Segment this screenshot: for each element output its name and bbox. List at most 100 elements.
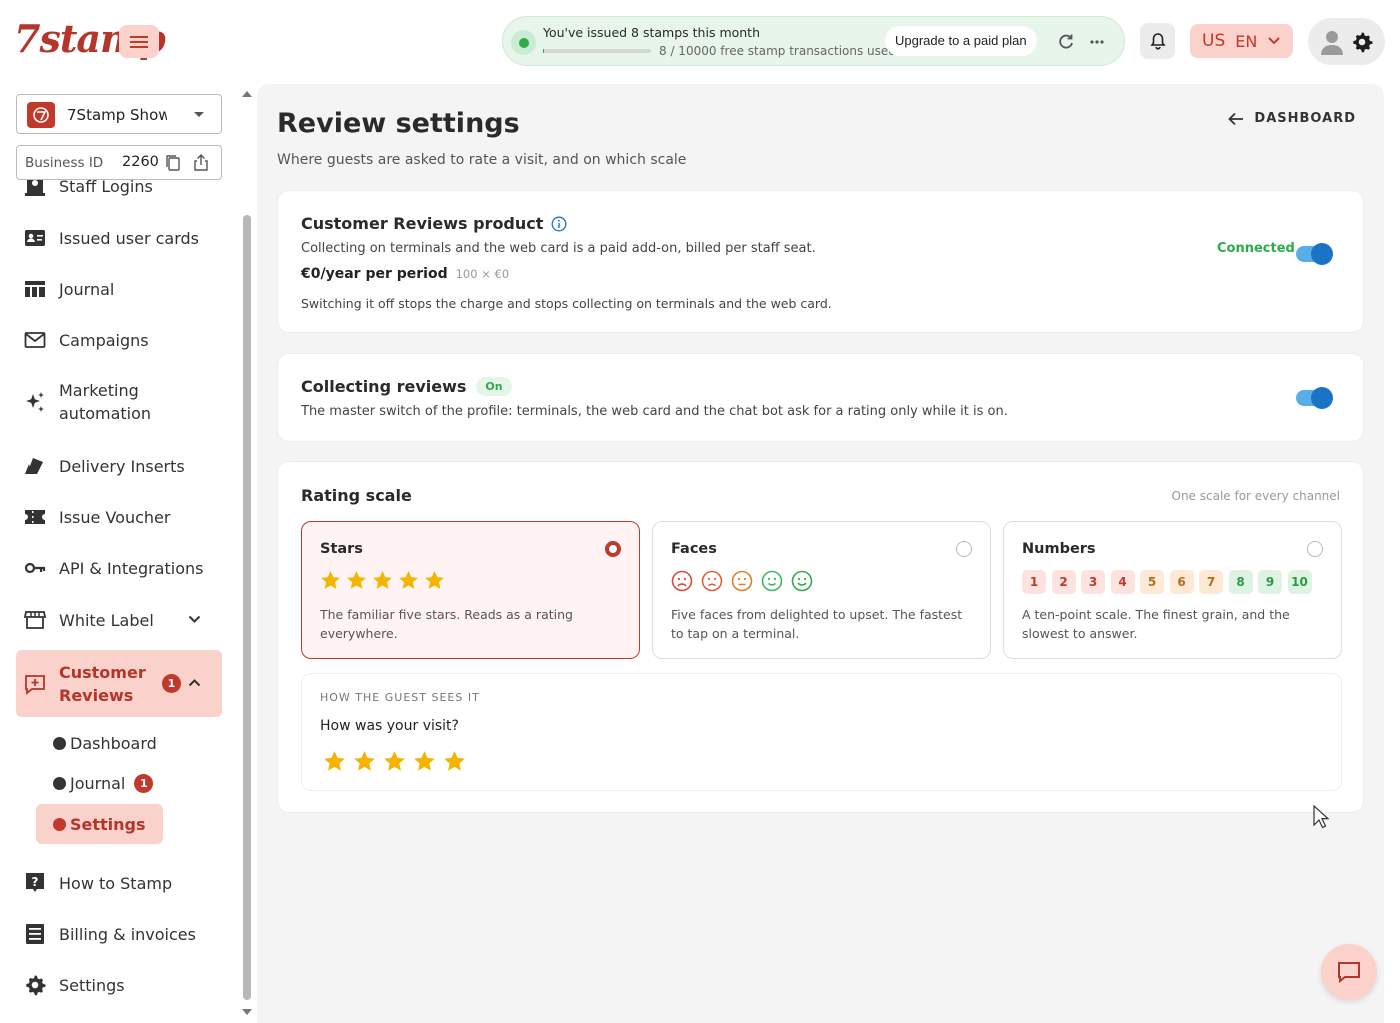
sidebar-item-white-label[interactable]: White Label xyxy=(16,608,222,632)
scrollbar-thumb[interactable] xyxy=(243,215,251,1000)
scale-number-5: 5 xyxy=(1140,570,1164,594)
guest-preview: HOW THE GUEST SEES IT How was your visit… xyxy=(301,673,1342,791)
business-id-value: 2260 xyxy=(122,154,159,170)
star-icon[interactable] xyxy=(413,750,436,773)
sidebar-subitem-journal[interactable]: Journal 1 xyxy=(53,774,154,793)
user-menu[interactable] xyxy=(1308,18,1385,65)
sad-face-icon xyxy=(701,570,723,592)
product-price: €0/year per period xyxy=(301,266,448,282)
scale-option-faces[interactable]: Faces Five faces from delighted to upset… xyxy=(652,521,991,659)
language-code: EN xyxy=(1235,31,1258,51)
product-toggle[interactable] xyxy=(1296,243,1333,265)
bullet-icon xyxy=(53,818,66,831)
sidebar-item-label: Customer Reviews xyxy=(59,662,146,705)
sparkle-icon xyxy=(26,392,44,412)
copy-icon[interactable] xyxy=(165,154,181,172)
mail-icon xyxy=(24,332,46,348)
info-icon[interactable] xyxy=(551,216,567,232)
top-bar: 7stamp You've issued 8 stamps this month… xyxy=(0,0,1400,84)
product-card-note: Switching it off stops the charge and st… xyxy=(301,296,832,311)
help-icon: ? xyxy=(26,873,44,892)
scale-option-name: Faces xyxy=(671,541,717,557)
menu-toggle-button[interactable] xyxy=(119,25,159,58)
avatar-icon xyxy=(1321,31,1343,55)
sidebar-item-campaigns[interactable]: Campaigns xyxy=(16,328,222,352)
scale-number-9: 9 xyxy=(1258,570,1282,594)
gear-icon[interactable] xyxy=(1351,31,1373,53)
scale-option-stars[interactable]: Stars The familiar five stars. Reads as … xyxy=(301,521,640,659)
scale-number-2: 2 xyxy=(1051,570,1076,594)
business-selector[interactable]: 7Stamp Show xyxy=(16,94,222,134)
sidebar-subitem-settings[interactable]: Settings xyxy=(53,815,146,834)
sidebar-scrollbar[interactable] xyxy=(242,90,252,1020)
notifications-button[interactable] xyxy=(1140,23,1175,59)
sidebar-item-label: How to Stamp xyxy=(59,873,173,893)
mouse-cursor-icon xyxy=(1313,805,1329,829)
sidebar-item-issued-user-cards[interactable]: Issued user cards xyxy=(16,226,222,250)
star-icon[interactable] xyxy=(443,750,466,773)
sidebar-item-api-integrations[interactable]: API & Integrations xyxy=(16,556,222,580)
sidebar-item-marketing-automation[interactable]: Marketing automation xyxy=(16,378,222,426)
more-icon[interactable] xyxy=(1087,32,1107,52)
scale-number-4: 4 xyxy=(1110,570,1135,594)
sidebar-item-label: Issued user cards xyxy=(59,228,199,248)
sidebar-subitem-dashboard[interactable]: Dashboard xyxy=(53,734,157,753)
sidebar-item-label: White Label xyxy=(59,610,154,630)
bullet-icon xyxy=(53,737,66,750)
sidebar-item-billing[interactable]: Billing & invoices xyxy=(16,922,222,946)
scroll-down-icon[interactable] xyxy=(242,1008,252,1016)
upgrade-button[interactable]: Upgrade to a paid plan xyxy=(885,26,1037,56)
billing-icon xyxy=(26,924,44,944)
scale-number-8: 8 xyxy=(1228,570,1253,594)
sidebar-item-customer-reviews[interactable]: Customer Reviews 1 xyxy=(16,650,222,717)
bell-icon xyxy=(1149,33,1166,50)
scale-option-name: Numbers xyxy=(1022,541,1096,557)
status-badge: On xyxy=(476,377,512,396)
chevron-down-icon xyxy=(1268,37,1281,45)
business-id-field: Business ID 2260 xyxy=(16,145,222,180)
product-card-description: Collecting on terminals and the web card… xyxy=(301,241,816,256)
business-name: 7Stamp Show xyxy=(67,106,167,124)
sidebar-item-label: Journal xyxy=(59,279,115,299)
chat-button[interactable] xyxy=(1321,944,1377,1000)
scale-radio-stars[interactable] xyxy=(605,541,621,557)
refresh-icon[interactable] xyxy=(1056,32,1076,52)
chevron-down-icon xyxy=(188,615,201,623)
language-selector[interactable]: US EN xyxy=(1190,24,1293,58)
voucher-icon xyxy=(25,510,45,524)
sidebar-subitem-label: Journal xyxy=(70,774,126,793)
hamburger-icon xyxy=(130,35,148,48)
connected-status: Connected xyxy=(1217,241,1295,256)
page-title: Review settings xyxy=(277,108,520,139)
sidebar-item-delivery-inserts[interactable]: Delivery Inserts xyxy=(16,454,222,478)
scale-option-numbers[interactable]: Numbers 1 2 3 4 5 6 7 8 9 10 A ten-point scale. T… xyxy=(1003,521,1342,659)
scale-radio-faces[interactable] xyxy=(956,541,972,557)
faces-row xyxy=(671,570,813,592)
star-icon[interactable] xyxy=(323,750,346,773)
chevron-up-icon xyxy=(188,679,201,687)
dashboard-link[interactable]: DASHBOARD xyxy=(1228,111,1356,126)
scroll-up-icon[interactable] xyxy=(242,90,252,98)
star-icon xyxy=(373,571,392,589)
star-icon[interactable] xyxy=(383,750,406,773)
sidebar-item-settings[interactable]: Settings xyxy=(16,973,222,997)
product-card-title-row: Customer Reviews product xyxy=(301,214,567,233)
share-icon[interactable] xyxy=(193,153,209,172)
sidebar-item-label: Issue Voucher xyxy=(59,507,171,527)
scale-radio-numbers[interactable] xyxy=(1307,541,1323,557)
scale-option-name: Stars xyxy=(320,541,363,557)
neutral-face-icon xyxy=(731,570,753,592)
star-icon[interactable] xyxy=(353,750,376,773)
very-sad-face-icon xyxy=(671,570,693,592)
scale-number-10: 10 xyxy=(1287,570,1312,594)
sidebar-item-issue-voucher[interactable]: Issue Voucher xyxy=(16,505,222,529)
sidebar-item-journal[interactable]: Journal xyxy=(16,277,222,301)
collecting-toggle[interactable] xyxy=(1296,387,1333,409)
usage-progress-bar xyxy=(543,49,651,53)
business-id-label: Business ID xyxy=(25,155,104,171)
sidebar-item-label: Delivery Inserts xyxy=(59,456,185,476)
scale-option-description: The familiar five stars. Reads as a rati… xyxy=(320,607,573,641)
sidebar-item-how-to-stamp[interactable]: ? How to Stamp xyxy=(16,871,222,895)
rating-scale-card: Rating scale One scale for every channel… xyxy=(277,461,1364,813)
dashboard-link-label: DASHBOARD xyxy=(1254,111,1356,126)
